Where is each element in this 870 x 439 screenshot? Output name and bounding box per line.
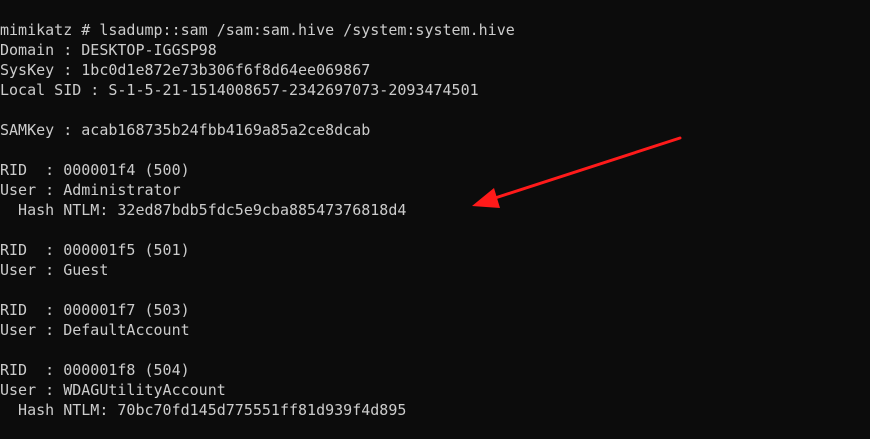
administrator-hash-line: Hash NTLM: 32ed87bdb5fdc5e9cba8854737681… (0, 201, 407, 219)
user-wdagutilityaccount-line: User : WDAGUtilityAccount (0, 381, 226, 399)
rid-503-line: RID : 000001f7 (503) (0, 301, 190, 319)
user-defaultaccount-line: User : DefaultAccount (0, 321, 190, 339)
user-guest-line: User : Guest (0, 261, 109, 279)
terminal-window[interactable]: mimikatz # lsadump::sam /sam:sam.hive /s… (0, 0, 870, 439)
user-administrator-line: User : Administrator (0, 181, 181, 199)
rid-500-line: RID : 000001f4 (500) (0, 161, 190, 179)
wdagutilityaccount-hash-line: Hash NTLM: 70bc70fd145d775551ff81d939f4d… (0, 401, 407, 419)
samkey-line: SAMKey : acab168735b24fbb4169a85a2ce8dca… (0, 121, 371, 139)
command-line: mimikatz # lsadump::sam /sam:sam.hive /s… (0, 21, 515, 39)
rid-504-line: RID : 000001f8 (504) (0, 361, 190, 379)
local-sid-line: Local SID : S-1-5-21-1514008657-23426970… (0, 81, 479, 99)
syskey-line: SysKey : 1bc0d1e872e73b306f6f8d64ee06986… (0, 61, 371, 79)
domain-line: Domain : DESKTOP-IGGSP98 (0, 41, 217, 59)
rid-501-line: RID : 000001f5 (501) (0, 241, 190, 259)
